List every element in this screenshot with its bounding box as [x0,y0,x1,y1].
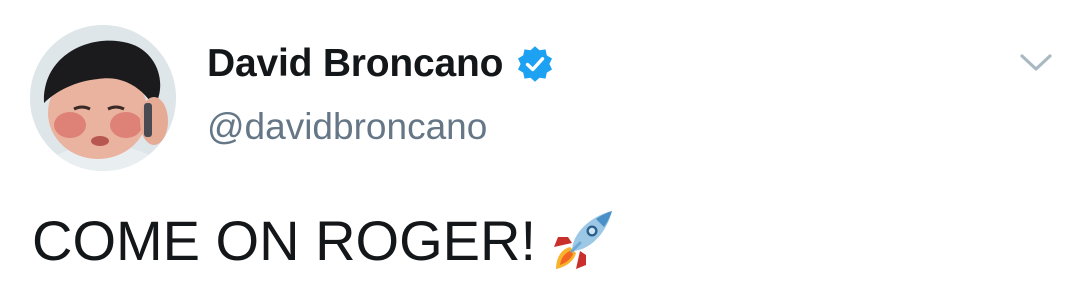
user-handle[interactable]: @davidbroncano [207,106,487,148]
avatar[interactable] [30,25,176,171]
tweet-text-content: COME ON ROGER! [32,208,537,272]
chevron-down-icon[interactable] [1016,48,1056,76]
rocket-emoji-icon [550,207,616,273]
name-row: David Broncano [207,38,553,90]
verified-badge-icon [517,46,553,82]
tweet-card: David Broncano @davidbroncano COME ON RO… [0,0,1080,300]
tweet-text: COME ON ROGER! [32,205,616,275]
display-name[interactable]: David Broncano [207,42,503,86]
avatar-photo [30,25,176,171]
